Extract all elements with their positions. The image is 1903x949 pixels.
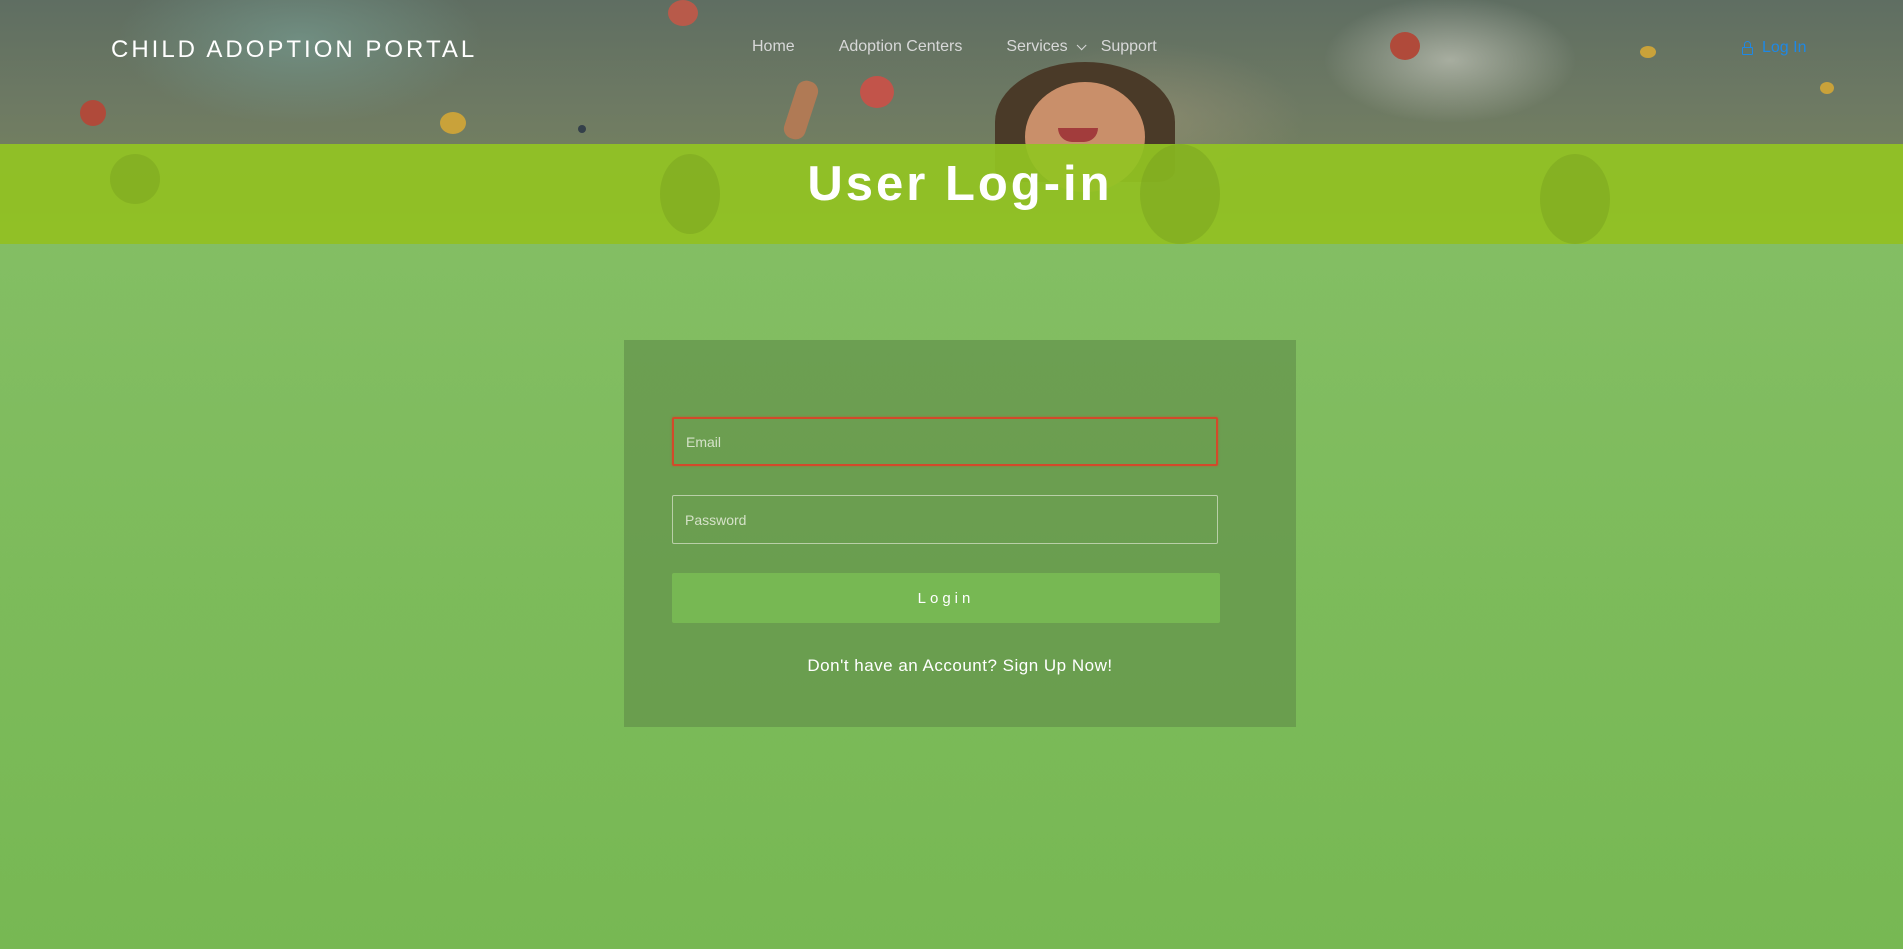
- page-title: User Log-in: [807, 157, 1113, 211]
- email-field[interactable]: [672, 417, 1218, 466]
- login-link-label: Log In: [1762, 39, 1807, 56]
- login-button[interactable]: Login: [672, 573, 1220, 623]
- password-field[interactable]: [672, 495, 1218, 544]
- site-brand[interactable]: CHILD ADOPTION PORTAL: [111, 36, 477, 64]
- nav-support-label: Support: [1100, 38, 1157, 55]
- nav-services-label: Services: [1006, 38, 1068, 55]
- main-nav: Home Adoption Centers Services Support: [752, 38, 1201, 56]
- signup-link[interactable]: Don't have an Account? Sign Up Now!: [624, 656, 1296, 676]
- nav-support[interactable]: Support: [1101, 38, 1157, 56]
- login-card: Login Don't have an Account? Sign Up Now…: [624, 340, 1296, 727]
- lock-icon: [1742, 41, 1753, 55]
- nav-adoption-centers-label: Adoption Centers: [838, 38, 963, 55]
- nav-services[interactable]: Services: [1006, 38, 1087, 56]
- login-link[interactable]: Log In: [1742, 39, 1806, 57]
- chevron-down-icon: [1076, 39, 1087, 50]
- nav-home[interactable]: Home: [752, 38, 795, 56]
- nav-adoption-centers[interactable]: Adoption Centers: [839, 38, 963, 56]
- nav-home-label: Home: [752, 38, 795, 55]
